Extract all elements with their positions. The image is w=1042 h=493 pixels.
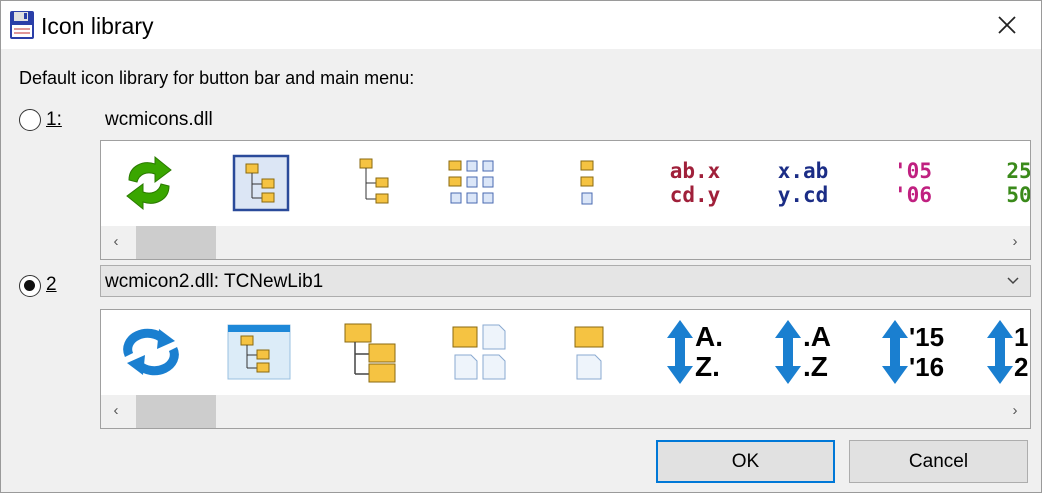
text-icon-line: y.cd [777,183,829,207]
folder-tree-icon [331,316,407,388]
text-icon-line: cd.y [669,183,721,207]
sort-year-icon: '15 '16 [875,316,951,388]
text-icon-line: 1 [1014,322,1029,352]
radio-option-2[interactable] [19,275,41,297]
close-icon[interactable] [995,13,1019,37]
scroll-right-button[interactable]: › [1006,402,1024,420]
text-icon-line: 2 [1014,352,1029,382]
title-bar: Icon library [0,0,1042,49]
window-tree-icon [221,316,297,388]
sort-az-dot-icon: .A .Z [765,316,841,388]
sort-num-icon: 1 2 [979,316,1030,388]
ok-button[interactable]: OK [656,440,835,483]
scroll-left-button[interactable]: ‹ [107,233,125,251]
radio-option-1-label[interactable]: 1: [46,109,62,131]
folder-tree-icon [337,147,413,219]
text-icon-line: '15 [908,322,945,352]
text-icon-line: .Z [803,351,828,382]
scroll-thumb[interactable] [136,226,216,259]
sort-size-icon: 25 50 [981,147,1031,219]
icon-strip-2: A. Z. .A .Z '15 '16 1 2 [101,310,1030,396]
scroll-left-button[interactable]: ‹ [107,402,125,420]
text-icon-line: .A [803,321,831,352]
icon-preview-panel-2: A. Z. .A .Z '15 '16 1 2 ‹ › [100,309,1031,429]
window-title: Icon library [41,13,154,39]
library-1-name: wcmicons.dll [105,109,213,130]
text-icon-line: '16 [908,352,945,382]
text-icon-line: Z. [695,351,720,382]
sort-ext-icon: ab.x cd.y [657,147,733,219]
text-icon-line: ab.x [669,159,721,183]
library-select-value: wcmicon2.dll: TCNewLib1 [105,271,324,292]
text-icon-line: '06 [894,183,932,207]
text-icon-line: 50 [1006,183,1031,207]
sort-az-icon: A. Z. [657,316,733,388]
sort-date-icon: '05 '06 [875,147,951,219]
folder-tree-selected-icon [223,147,299,219]
sort-name-icon: x.ab y.cd [765,147,841,219]
dialog-heading: Default icon library for button bar and … [19,68,415,88]
scroll-right-button[interactable]: › [1006,233,1024,251]
scroll-thumb[interactable] [136,395,216,428]
refresh-arrows-icon [111,147,187,219]
icon-preview-panel-1: ab.x cd.y x.ab y.cd '05 '06 25 50 ‹ › [100,140,1031,260]
floppy-disk-icon [10,11,34,39]
folder-list-icon [549,147,625,219]
chevron-down-icon [1007,277,1019,285]
folder-file-icon [551,316,627,388]
radio-option-1[interactable] [19,109,41,131]
text-icon-line: 25 [1006,159,1031,183]
icon-strip-1: ab.x cd.y x.ab y.cd '05 '06 25 50 [101,141,1030,227]
text-icon-line: A. [695,321,723,352]
folder-grid-icon [437,147,513,219]
radio-option-2-label[interactable]: 2 [46,274,57,296]
horizontal-scrollbar-1[interactable]: ‹ › [101,226,1030,259]
sync-circle-icon [113,316,189,388]
text-icon-line: '05 [894,159,932,183]
text-icon-line: x.ab [777,159,829,183]
horizontal-scrollbar-2[interactable]: ‹ › [101,395,1030,428]
library-select[interactable]: wcmicon2.dll: TCNewLib1 [100,265,1031,297]
folder-file-grid-icon [441,316,517,388]
cancel-button[interactable]: Cancel [849,440,1028,483]
